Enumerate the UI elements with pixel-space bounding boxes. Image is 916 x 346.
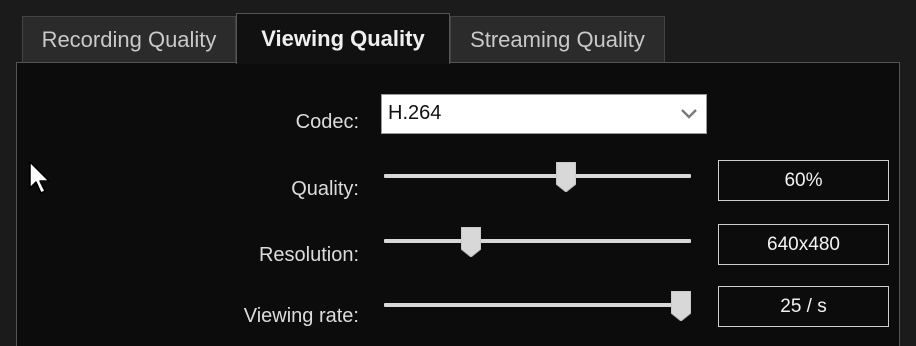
resolution-slider-thumb[interactable] bbox=[461, 227, 482, 257]
viewing-rate-slider-thumb[interactable] bbox=[671, 291, 691, 321]
tab-bar: Recording Quality Viewing Quality Stream… bbox=[0, 0, 916, 64]
quality-slider-thumb[interactable] bbox=[556, 162, 577, 192]
viewing-rate-slider[interactable] bbox=[384, 291, 691, 321]
quality-slider[interactable] bbox=[384, 162, 691, 192]
quality-label: Quality: bbox=[291, 178, 359, 200]
tab-viewing-quality[interactable]: Viewing Quality bbox=[236, 13, 450, 64]
quality-value-box[interactable]: 60% bbox=[718, 160, 889, 201]
codec-select[interactable]: H.264 bbox=[381, 94, 707, 134]
resolution-slider[interactable] bbox=[384, 227, 691, 257]
quality-slider-track[interactable] bbox=[384, 174, 691, 178]
resolution-label: Resolution: bbox=[258, 244, 359, 266]
viewing-rate-slider-track[interactable] bbox=[384, 303, 691, 307]
codec-value: H.264 bbox=[388, 102, 442, 124]
viewing-rate-value-box[interactable]: 25 / s bbox=[718, 286, 889, 327]
mouse-pointer-icon bbox=[29, 161, 50, 194]
tab-streaming-quality[interactable]: Streaming Quality bbox=[450, 16, 665, 62]
tab-recording-quality[interactable]: Recording Quality bbox=[22, 16, 236, 62]
viewing-rate-label: Viewing rate: bbox=[243, 305, 359, 327]
resolution-slider-track[interactable] bbox=[384, 239, 691, 243]
chevron-down-icon bbox=[681, 109, 697, 119]
resolution-value-box[interactable]: 640x480 bbox=[718, 224, 889, 265]
codec-label: Codec: bbox=[295, 111, 359, 133]
